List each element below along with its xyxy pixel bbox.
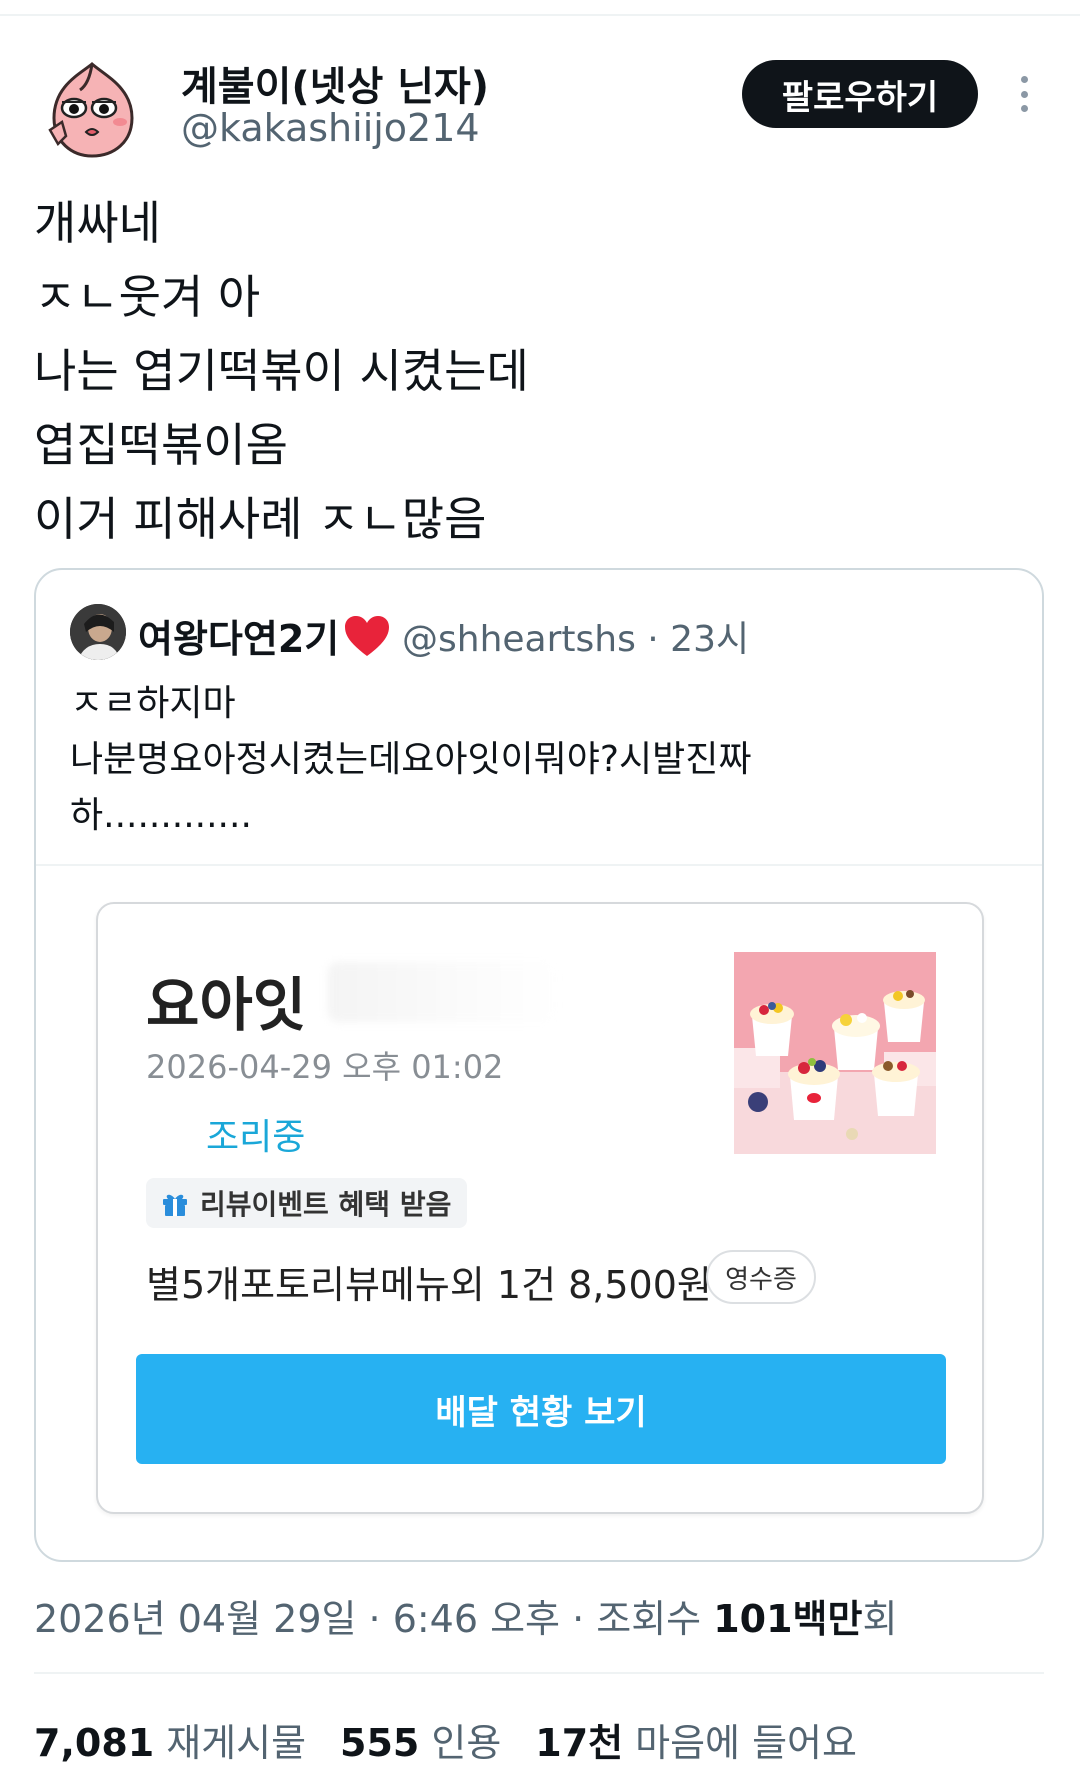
gift-icon	[163, 1194, 187, 1216]
quoted-line: 나분명요아정시켰는데요아잇이뭐야?시발진짜	[70, 739, 752, 780]
yogurt-cups-image	[734, 952, 936, 1154]
review-tag-label: 리뷰이벤트 혜택 받음	[200, 1188, 452, 1221]
author-handle[interactable]: @kakashiijo214	[181, 106, 480, 150]
quoted-tweet-card[interactable]: 여왕다연2기 @shheartshs · 23시 ㅈㄹ하지마 나분명요아정시켰는…	[34, 568, 1044, 1562]
more-options-icon[interactable]	[1006, 72, 1042, 116]
author-avatar[interactable]	[40, 56, 144, 160]
tweet-line: 개싸네	[34, 196, 161, 250]
order-date: 2026-04-29 오후 01:02	[146, 1048, 504, 1086]
likes-count: 17천	[535, 1721, 624, 1765]
views-count: 101백만	[713, 1597, 863, 1641]
quoted-media-divider	[36, 864, 1042, 866]
quoted-author-avatar[interactable]	[70, 604, 126, 660]
tweet-line: ㅈㄴ웃겨 아	[34, 270, 261, 324]
quoted-author-name-text: 여왕다연2기	[138, 617, 340, 661]
quoted-line: ㅈㄹ하지마	[70, 683, 236, 724]
stats-divider	[34, 1672, 1044, 1674]
tweet-line: 이거 피해사례 ㅈㄴ많음	[34, 492, 487, 546]
author-display-name[interactable]: 계불이(넷상 닌자)	[181, 54, 489, 112]
quotes-count: 555	[340, 1721, 420, 1765]
receipt-button[interactable]: 영수증	[706, 1250, 816, 1304]
tweet-line: 엽집떡볶이옴	[34, 418, 288, 472]
dot	[1020, 105, 1028, 112]
peach-character-icon	[40, 56, 144, 160]
order-summary: 별5개포토리뷰메뉴외 1건 8,500원	[146, 1263, 712, 1307]
follow-button[interactable]: 팔로우하기	[742, 60, 978, 128]
quoted-author-name[interactable]: 여왕다연2기	[138, 608, 391, 663]
dot	[1020, 90, 1028, 98]
reposts-count: 7,081	[34, 1721, 155, 1765]
tweet-text: 개싸네 ㅈㄴ웃겨 아 나는 엽기떡볶이 시켰는데 엽집떡볶이옴 이거 피해사례 …	[34, 186, 1044, 556]
reposts-label: 재게시물	[166, 1721, 307, 1765]
quoted-text: ㅈㄹ하지마 나분명요아정시켰는데요아잇이뭐야?시발진짜 하...........…	[70, 676, 1010, 844]
dot	[1020, 76, 1028, 83]
frozen-yogurt-photo	[734, 952, 936, 1154]
view-delivery-status-button[interactable]: 배달 현황 보기	[136, 1354, 946, 1464]
tweet-line: 나는 엽기떡볶이 시켰는데	[34, 344, 529, 398]
timestamp-text: 2026년 04월 29일 · 6:46 오후 · 조회수	[34, 1597, 714, 1641]
reposts-stat[interactable]: 7,081 재게시물	[34, 1712, 306, 1767]
order-status: 조리중	[206, 1117, 306, 1158]
quoted-handle-time: @shheartshs · 23시	[402, 619, 750, 660]
quoted-line: 하.............	[70, 795, 252, 836]
views-suffix: 회	[862, 1597, 898, 1641]
store-name: 요아잇	[146, 971, 307, 1039]
order-screenshot[interactable]: 요아잇 2026-04-29 오후 01:02 조리중 리뷰이벤트 혜택 받음 …	[96, 902, 984, 1514]
tweet-timestamp: 2026년 04월 29일 · 6:46 오후 · 조회수 101백만회	[34, 1588, 897, 1643]
likes-label: 마음에 들어요	[635, 1721, 857, 1765]
review-event-tag[interactable]: 리뷰이벤트 혜택 받음	[146, 1178, 468, 1228]
quotes-label: 인용	[431, 1721, 502, 1765]
red-heart-icon	[345, 615, 390, 656]
quotes-stat[interactable]: 555 인용	[340, 1712, 501, 1767]
top-divider	[0, 14, 1080, 16]
person-photo-icon	[70, 604, 126, 660]
engagement-stats: 7,081 재게시물 555 인용 17천 마음에 들어요	[34, 1712, 857, 1767]
blurred-store-suffix	[328, 962, 558, 1022]
likes-stat[interactable]: 17천 마음에 들어요	[535, 1712, 857, 1767]
